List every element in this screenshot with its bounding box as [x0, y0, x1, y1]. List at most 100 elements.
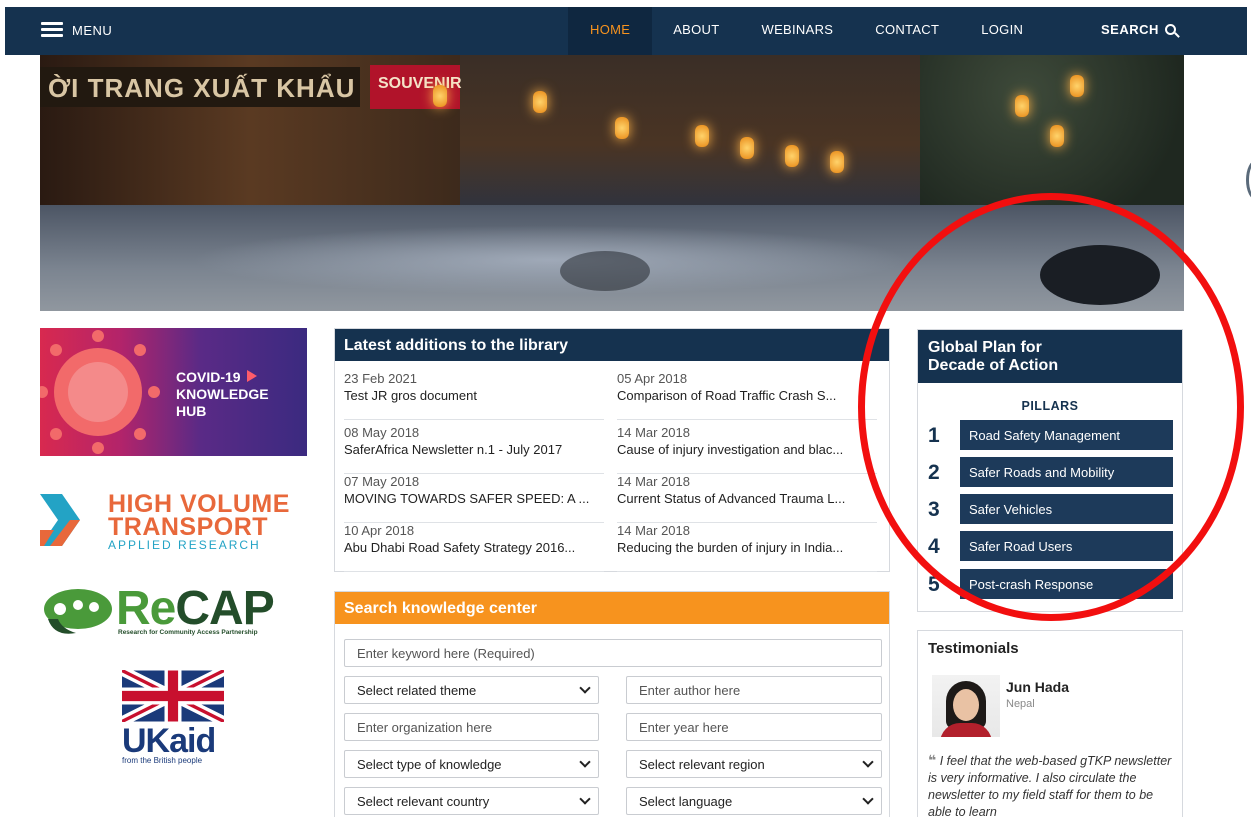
search-knowledge-panel: Search knowledge center Enter keyword he… — [334, 591, 890, 817]
recap-logo[interactable]: ReCAP Research for Community Access Part… — [40, 582, 310, 645]
library-item-date: 14 Mar 2018 — [617, 425, 690, 440]
library-item-title[interactable]: MOVING TOWARDS SAFER SPEED: A ... — [344, 491, 604, 506]
library-item[interactable]: 10 Apr 2018 Abu Dhabi Road Safety Strate… — [344, 523, 604, 572]
country-select[interactable]: Select relevant country — [344, 787, 599, 815]
pillar-number: 1 — [928, 424, 940, 447]
lantern-icon — [533, 91, 547, 113]
library-item-title[interactable]: Cause of injury investigation and blac..… — [617, 442, 877, 457]
library-item[interactable]: 14 Mar 2018 Cause of injury investigatio… — [617, 425, 877, 474]
lantern-icon — [830, 151, 844, 173]
top-nav: MENU HOME ABOUT WEBINARS CONTACT LOGIN S… — [5, 7, 1247, 55]
global-plan-panel: Global Plan for Decade of Action PILLARS… — [917, 329, 1183, 612]
library-item[interactable]: 14 Mar 2018 Current Status of Advanced T… — [617, 474, 877, 523]
hamburger-icon — [41, 22, 63, 38]
recap-subtitle: Research for Community Access Partnershi… — [118, 629, 258, 636]
nav-links: HOME ABOUT WEBINARS CONTACT LOGIN — [568, 7, 1044, 55]
hvt-chevron-icon — [40, 494, 80, 546]
lantern-icon — [1050, 125, 1064, 147]
lantern-icon — [433, 85, 447, 107]
pillar-number: 5 — [928, 573, 940, 596]
nav-link-about[interactable]: ABOUT — [652, 7, 740, 55]
chevron-down-icon — [579, 682, 591, 694]
library-item-title[interactable]: SaferAfrica Newsletter n.1 - July 2017 — [344, 442, 604, 457]
recap-re: Re — [116, 582, 176, 635]
search-label: SEARCH — [1101, 22, 1159, 37]
nav-link-login[interactable]: LOGIN — [960, 7, 1044, 55]
pillar-button-safer-vehicles[interactable]: Safer Vehicles — [960, 494, 1173, 524]
language-select[interactable]: Select language — [626, 787, 882, 815]
pillar-number: 3 — [928, 498, 940, 521]
hero-shop-sign: ỜI TRANG XUẤT KHẨU — [40, 67, 360, 107]
recap-wordmark: ReCAP — [116, 581, 275, 636]
edge-partial-icon — [1246, 160, 1251, 200]
theme-select[interactable]: Select related theme — [344, 676, 599, 704]
organization-input[interactable]: Enter organization here — [344, 713, 599, 741]
menu-label: MENU — [72, 22, 113, 38]
testimonials-panel: Testimonials Jun Hada Nepal ❝ I feel tha… — [917, 630, 1183, 817]
library-item-title[interactable]: Abu Dhabi Road Safety Strategy 2016... — [344, 540, 604, 555]
pillar-number: 2 — [928, 461, 940, 484]
nav-link-home[interactable]: HOME — [568, 7, 653, 55]
library-item-date: 05 Apr 2018 — [617, 371, 688, 386]
covid-banner-text: COVID-19 KNOWLEDGE HUB — [176, 369, 269, 420]
keyword-input[interactable]: Enter keyword here (Required) — [344, 639, 882, 667]
ukaid-logo[interactable]: UKaid from the British people — [120, 670, 226, 770]
global-plan-title-line1: Global Plan for — [928, 339, 1042, 356]
menu-button[interactable]: MENU — [41, 22, 112, 38]
testimonial-quote: ❝ I feel that the web-based gTKP newslet… — [928, 752, 1174, 817]
testimonial-author-country: Nepal — [1006, 698, 1035, 710]
covid-line3: HUB — [176, 403, 207, 419]
lantern-icon — [695, 125, 709, 147]
library-item-title[interactable]: Current Status of Advanced Trauma L... — [617, 491, 877, 506]
pillar-button-post-crash-response[interactable]: Post-crash Response — [960, 569, 1173, 599]
testimonial-quote-text: I feel that the web-based gTKP newslette… — [928, 754, 1172, 817]
nav-link-webinars[interactable]: WEBINARS — [741, 7, 855, 55]
recap-speech-bubble-icon — [44, 589, 112, 634]
region-select[interactable]: Select relevant region — [626, 750, 882, 778]
quote-icon: ❝ — [928, 752, 937, 768]
pillar-button-road-safety-management[interactable]: Road Safety Management — [960, 420, 1173, 450]
high-volume-transport-logo[interactable]: HIGH VOLUME TRANSPORT APPLIED RESEARCH — [40, 488, 310, 552]
hvt-line3: APPLIED RESEARCH — [108, 538, 261, 552]
nav-search-button[interactable]: SEARCH — [1101, 22, 1176, 37]
pillar-button-safer-road-users[interactable]: Safer Road Users — [960, 531, 1173, 561]
search-icon — [1164, 24, 1176, 35]
library-item[interactable]: 05 Apr 2018 Comparison of Road Traffic C… — [617, 371, 877, 420]
chevron-down-icon — [862, 756, 874, 768]
covid-line2: KNOWLEDGE — [176, 386, 269, 402]
library-item-title[interactable]: Test JR gros document — [344, 388, 604, 403]
knowledge-type-select-value: Select type of knowledge — [357, 757, 502, 772]
avatar — [932, 675, 1000, 737]
library-item[interactable]: 08 May 2018 SaferAfrica Newsletter n.1 -… — [344, 425, 604, 474]
library-item[interactable]: 23 Feb 2021 Test JR gros document — [344, 371, 604, 420]
knowledge-type-select[interactable]: Select type of knowledge — [344, 750, 599, 778]
lantern-icon — [615, 117, 629, 139]
global-plan-title: Global Plan for Decade of Action — [918, 330, 1182, 383]
pillars-heading: PILLARS — [1021, 399, 1079, 413]
hero-motion-blur — [190, 225, 910, 295]
nav-link-contact[interactable]: CONTACT — [854, 7, 960, 55]
virus-icon — [40, 330, 160, 454]
pillar-button-safer-roads[interactable]: Safer Roads and Mobility — [960, 457, 1173, 487]
author-input[interactable]: Enter author here — [626, 676, 882, 704]
lantern-icon — [785, 145, 799, 167]
hero-souvenir-text: SOUVENIR — [378, 75, 462, 92]
library-item-title[interactable]: Comparison of Road Traffic Crash S... — [617, 388, 877, 403]
library-item-title[interactable]: Reducing the burden of injury in India..… — [617, 540, 877, 555]
covid-knowledge-hub-banner[interactable]: COVID-19 KNOWLEDGE HUB — [40, 328, 307, 456]
testimonials-title: Testimonials — [928, 640, 1019, 657]
lantern-icon — [1070, 75, 1084, 97]
region-select-value: Select relevant region — [639, 757, 765, 772]
library-item-date: 14 Mar 2018 — [617, 474, 690, 489]
library-item[interactable]: 14 Mar 2018 Reducing the burden of injur… — [617, 523, 877, 572]
library-item-date: 08 May 2018 — [344, 425, 420, 440]
union-jack-flag-icon — [122, 670, 224, 722]
search-panel-title: Search knowledge center — [335, 592, 889, 624]
country-select-value: Select relevant country — [357, 794, 490, 809]
chevron-down-icon — [579, 756, 591, 768]
year-input[interactable]: Enter year here — [626, 713, 882, 741]
library-item[interactable]: 07 May 2018 MOVING TOWARDS SAFER SPEED: … — [344, 474, 604, 523]
theme-select-value: Select related theme — [357, 683, 477, 698]
lantern-icon — [740, 137, 754, 159]
hero-banner-image: ỜI TRANG XUẤT KHẨU SOUVENIR — [40, 55, 1184, 311]
